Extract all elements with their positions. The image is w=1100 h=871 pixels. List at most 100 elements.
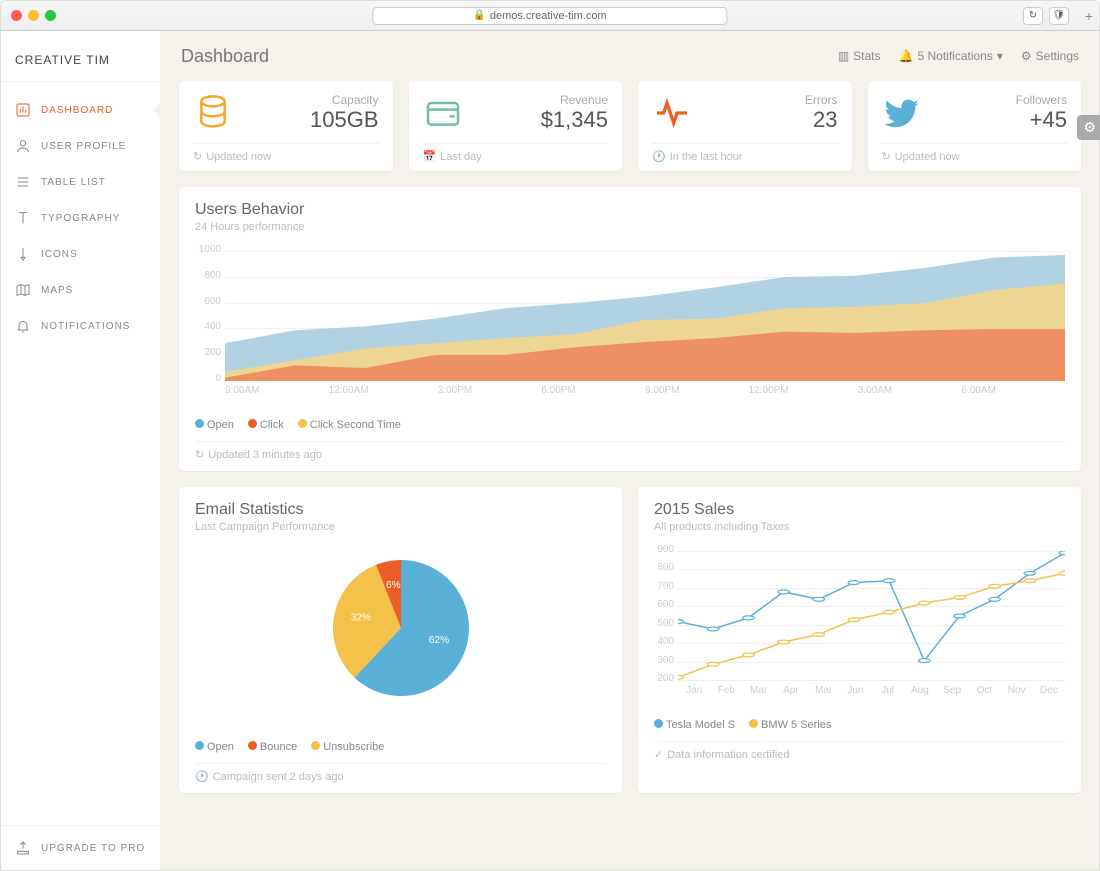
stat-footer: Updated now [895, 151, 960, 163]
users-behavior-card: Users Behavior 24 Hours performance 0200… [179, 187, 1081, 471]
stat-value: 23 [805, 107, 838, 133]
svg-text:32%: 32% [350, 612, 370, 623]
gear-icon: ⚙ [1021, 49, 1032, 63]
sidebar-item-label: ICONS [41, 249, 78, 260]
settings-link[interactable]: ⚙Settings [1021, 49, 1079, 63]
stat-value: $1,345 [541, 107, 608, 133]
address-bar[interactable]: demos.creative-tim.com [372, 7, 727, 25]
upgrade-to-pro-button[interactable]: UPGRADE TO PRO [1, 825, 160, 870]
stat-card-database: Capacity105GB ↻ Updated now [179, 81, 393, 171]
card-title: 2015 Sales [654, 501, 1065, 519]
refresh-icon[interactable]: ↻ [1023, 7, 1043, 25]
card-footer: Updated 3 minutes ago [208, 449, 322, 461]
legend-item: Open [195, 741, 234, 753]
legend-dot [195, 419, 204, 428]
stat-card-twitter: Followers+45 ↻ Updated now [868, 81, 1082, 171]
sidebar: CREATIVE TIM DASHBOARD USER PROFILE TABL… [1, 31, 161, 870]
stats-icon: ▥ [838, 49, 849, 63]
refresh-icon: 📅 [423, 150, 437, 163]
card-subtitle: All products including Taxes [654, 521, 1065, 533]
card-footer: Data information certified [667, 749, 789, 761]
legend-item: Unsubscribe [311, 741, 384, 753]
refresh-icon: 🕐 [652, 150, 666, 163]
card-subtitle: Last Campaign Performance [195, 521, 606, 533]
stat-footer: In the last hour [670, 151, 743, 163]
bell-icon: 🔔 [899, 49, 914, 63]
refresh-icon: ↻ [193, 150, 202, 163]
legend-dot [248, 741, 257, 750]
svg-text:6%: 6% [385, 580, 400, 591]
stat-card-pulse: Errors23 🕐 In the last hour [638, 81, 852, 171]
clock-icon: 🕐 [195, 770, 209, 783]
legend-dot [248, 419, 257, 428]
refresh-icon: ↻ [882, 150, 891, 163]
stat-card-wallet: Revenue$1,345 📅Last day [409, 81, 623, 171]
sidebar-item-label: TYPOGRAPHY [41, 213, 120, 224]
twitter-icon [882, 93, 922, 133]
sidebar-item-label: MAPS [41, 285, 73, 296]
sidebar-item-typography[interactable]: TYPOGRAPHY [1, 200, 160, 236]
browser-chrome: demos.creative-tim.com ↻ 🛡 + [1, 1, 1099, 31]
sidebar-item-table-list[interactable]: TABLE LIST [1, 164, 160, 200]
database-icon [193, 93, 233, 133]
legend-dot [749, 719, 758, 728]
map-icon [15, 282, 31, 298]
sidebar-item-icons[interactable]: ICONS [1, 236, 160, 272]
legend-item: BMW 5 Series [749, 719, 831, 731]
pencil-icon [15, 246, 31, 262]
stat-footer: Last day [440, 151, 482, 163]
maximize-window-button[interactable] [45, 10, 56, 21]
wallet-icon [423, 93, 463, 133]
sidebar-item-label: TABLE LIST [41, 177, 106, 188]
pulse-icon [652, 93, 692, 133]
minimize-window-button[interactable] [28, 10, 39, 21]
legend-dot [311, 741, 320, 750]
shield-icon[interactable]: 🛡 [1049, 7, 1069, 25]
check-icon: ✓ [654, 748, 663, 761]
card-title: Users Behavior [195, 201, 1065, 219]
card-subtitle: 24 Hours performance [195, 221, 1065, 233]
chevron-down-icon: ▾ [997, 49, 1003, 63]
brand-logo[interactable]: CREATIVE TIM [1, 31, 160, 82]
bell-icon [15, 318, 31, 334]
sidebar-item-dashboard[interactable]: DASHBOARD [1, 92, 160, 128]
stat-label: Followers [1016, 93, 1067, 107]
stat-value: +45 [1016, 107, 1067, 133]
sidebar-item-label: NOTIFICATIONS [41, 321, 130, 332]
user-icon [15, 138, 31, 154]
list-icon [15, 174, 31, 190]
legend-item: Bounce [248, 741, 297, 753]
chart-icon [15, 102, 31, 118]
legend-dot [195, 741, 204, 750]
page-title: Dashboard [181, 46, 269, 67]
typography-icon [15, 210, 31, 226]
sidebar-item-notifications[interactable]: NOTIFICATIONS [1, 308, 160, 344]
legend-item: Click [248, 419, 284, 431]
sales-card: 2015 Sales All products including Taxes … [638, 487, 1081, 793]
legend-dot [298, 419, 307, 428]
stat-value: 105GB [310, 107, 379, 133]
sidebar-footer-label: UPGRADE TO PRO [41, 843, 145, 854]
sidebar-item-label: DASHBOARD [41, 105, 113, 116]
stat-label: Errors [805, 93, 838, 107]
svg-text:62%: 62% [428, 635, 448, 646]
sidebar-item-user-profile[interactable]: USER PROFILE [1, 128, 160, 164]
legend-dot [654, 719, 663, 728]
close-window-button[interactable] [11, 10, 22, 21]
legend-item: Click Second Time [298, 419, 401, 431]
email-statistics-card: Email Statistics Last Campaign Performan… [179, 487, 622, 793]
stat-label: Capacity [310, 93, 379, 107]
theme-settings-button[interactable]: ⚙ [1077, 115, 1099, 140]
upload-icon [15, 840, 31, 856]
topbar: Dashboard ▥Stats 🔔5 Notifications ▾ ⚙Set… [161, 31, 1099, 81]
new-tab-button[interactable]: + [1085, 8, 1093, 24]
stat-footer: Updated now [206, 151, 271, 163]
card-footer: Campaign sent 2 days ago [213, 771, 344, 783]
sidebar-item-maps[interactable]: MAPS [1, 272, 160, 308]
stats-link[interactable]: ▥Stats [838, 49, 881, 63]
clock-icon: ↻ [195, 448, 204, 461]
legend-item: Open [195, 419, 234, 431]
notifications-dropdown[interactable]: 🔔5 Notifications ▾ [899, 49, 1003, 63]
legend-item: Tesla Model S [654, 719, 735, 731]
stat-label: Revenue [541, 93, 608, 107]
